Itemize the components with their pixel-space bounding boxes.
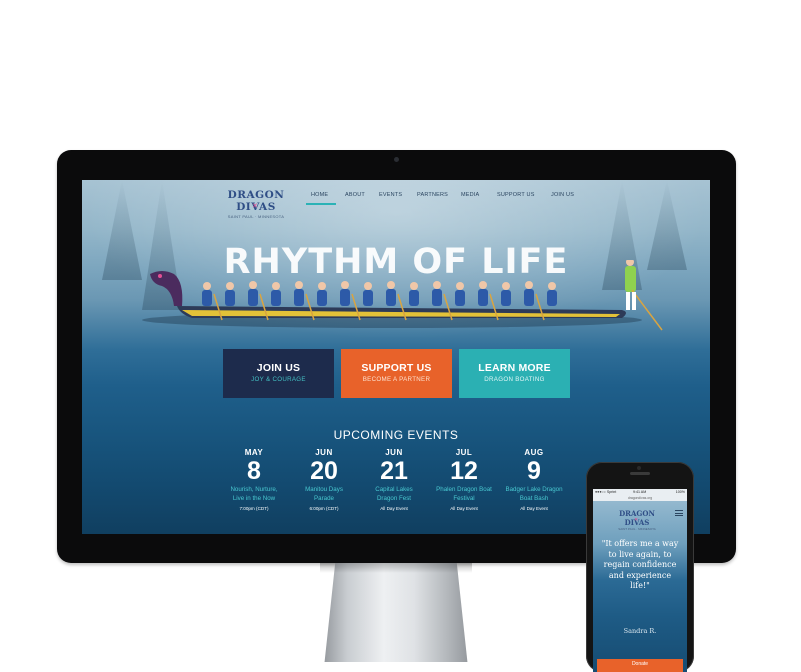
event-item[interactable]: JUN 21 Capital Lakes Dragon Fest All Day… bbox=[359, 448, 429, 511]
event-day: 9 bbox=[527, 457, 541, 485]
learn-more-title: LEARN MORE bbox=[478, 362, 551, 374]
event-day: 8 bbox=[247, 457, 261, 485]
nav-media[interactable]: MEDIA bbox=[461, 192, 479, 198]
learn-more-subtitle: DRAGON BOATING bbox=[484, 376, 545, 383]
nav-join-us[interactable]: JOIN US bbox=[551, 192, 574, 198]
support-us-subtitle: BECOME A PARTNER bbox=[362, 376, 431, 383]
support-us-title: SUPPORT US bbox=[361, 362, 432, 374]
mobile-phone: ●●●○○ Sprint 9:41 AM 100% dragondivas.or… bbox=[586, 462, 694, 672]
support-us-button[interactable]: SUPPORT US BECOME A PARTNER bbox=[341, 349, 452, 398]
event-month: JUN bbox=[385, 448, 403, 457]
event-item[interactable]: JUN 20 Manitou Days Parade 6:00pm (CDT) bbox=[289, 448, 359, 511]
nav-about[interactable]: ABOUT bbox=[345, 192, 365, 198]
dragon-boat-image bbox=[142, 260, 663, 331]
event-month: JUL bbox=[455, 448, 473, 457]
event-name-line1: Manitou Days bbox=[305, 486, 343, 493]
event-name-line1: Phalen Dragon Boat bbox=[436, 486, 492, 493]
nav-partners[interactable]: PARTNERS bbox=[417, 192, 448, 198]
event-name-line1: Nourish, Nurture, bbox=[230, 486, 278, 493]
status-time: 9:41 AM bbox=[633, 490, 647, 494]
event-name-line1: Badger Lake Dragon bbox=[505, 486, 563, 493]
event-time: All Day Event bbox=[450, 506, 478, 511]
nav-support-us[interactable]: SUPPORT US bbox=[497, 192, 535, 198]
mobile-logo-tagline: SAINT PAUL · MINNESOTA bbox=[618, 527, 656, 531]
event-name-line1: Capital Lakes bbox=[375, 486, 413, 493]
join-us-button[interactable]: JOIN US JOY & COURAGE bbox=[223, 349, 334, 398]
event-day: 21 bbox=[380, 457, 408, 485]
nav-events[interactable]: EVENTS bbox=[379, 192, 402, 198]
donate-button[interactable]: Donate bbox=[597, 659, 683, 672]
event-time: 7:00pm (CDT) bbox=[239, 506, 269, 511]
event-month: MAY bbox=[244, 448, 264, 457]
status-carrier: ●●●○○ Sprint bbox=[595, 490, 617, 494]
event-name-line2: Dragon Fest bbox=[376, 494, 412, 502]
hamburger-menu-icon[interactable] bbox=[675, 510, 683, 518]
testimonial-quote: "It offers me a way to live again, to re… bbox=[601, 539, 679, 590]
event-time: All Day Event bbox=[380, 506, 408, 511]
event-item[interactable]: AUG 9 Badger Lake Dragon Boat Bash All D… bbox=[499, 448, 569, 511]
mobile-logo[interactable]: DRAGON DIVAS SAINT PAUL · MINNESOTA ✕ bbox=[607, 509, 667, 531]
join-us-title: JOIN US bbox=[256, 362, 301, 374]
event-day: 12 bbox=[450, 457, 478, 485]
join-us-subtitle: JOY & COURAGE bbox=[251, 376, 306, 383]
monitor-stand bbox=[324, 563, 468, 662]
event-time: All Day Event bbox=[520, 506, 548, 511]
event-name-line2: Boat Bash bbox=[519, 494, 549, 502]
site-logo[interactable]: DRAGON DIVAS SAINT PAUL · MINNESOTA ✕ bbox=[216, 189, 296, 219]
mobile-screen: ●●●○○ Sprint 9:41 AM 100% dragondivas.or… bbox=[593, 489, 687, 672]
upcoming-events-heading: UPCOMING EVENTS bbox=[333, 428, 459, 442]
testimonial-author: Sandra R. bbox=[623, 627, 657, 635]
event-name-line2: Live in the Now bbox=[232, 494, 276, 502]
address-bar[interactable]: dragondivas.org bbox=[593, 495, 687, 501]
event-time: 6:00pm (CDT) bbox=[309, 506, 339, 511]
battery-icon: 100% bbox=[675, 490, 685, 494]
event-day: 20 bbox=[310, 457, 338, 485]
nav-active-indicator bbox=[306, 203, 336, 205]
phone-camera bbox=[637, 466, 641, 470]
event-item[interactable]: JUL 12 Phalen Dragon Boat Festival All D… bbox=[429, 448, 499, 511]
ribbon-icon: ✕ bbox=[634, 517, 639, 523]
monitor-camera bbox=[394, 157, 399, 162]
event-name-line2: Festival bbox=[453, 494, 475, 502]
logo-tagline: SAINT PAUL · MINNESOTA bbox=[227, 214, 285, 219]
learn-more-button[interactable]: LEARN MORE DRAGON BOATING bbox=[459, 349, 570, 398]
event-item[interactable]: MAY 8 Nourish, Nurture, Live in the Now … bbox=[219, 448, 289, 511]
nav-home[interactable]: HOME bbox=[311, 192, 328, 198]
monitor-stand-shadow bbox=[320, 563, 472, 573]
event-month: JUN bbox=[315, 448, 333, 457]
phone-speaker bbox=[630, 472, 650, 475]
event-name-line2: Parade bbox=[314, 494, 334, 502]
event-month: AUG bbox=[524, 448, 544, 457]
ribbon-icon: ✕ bbox=[252, 203, 258, 210]
